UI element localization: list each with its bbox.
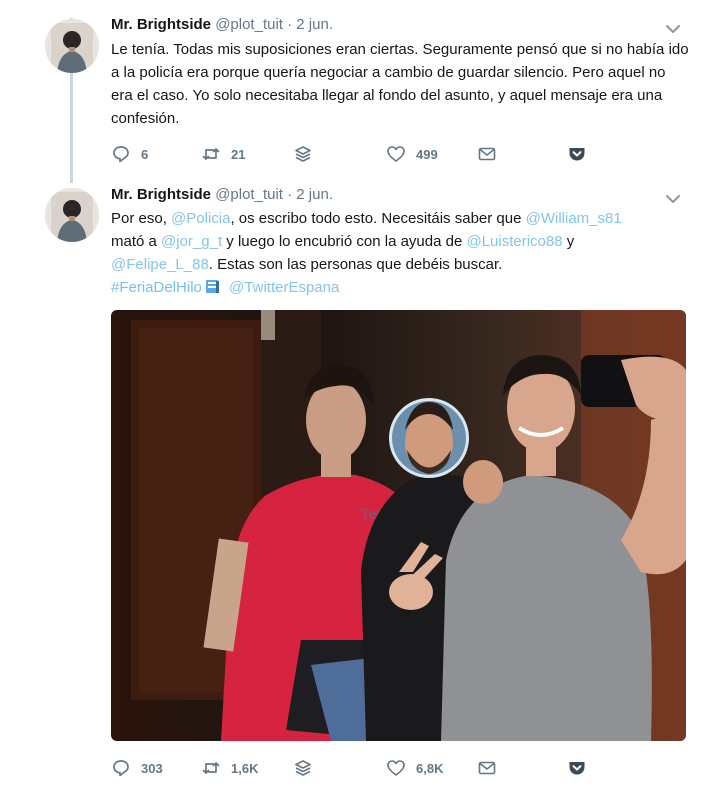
mention-link[interactable]: @Felipe_L_88 <box>111 256 209 273</box>
envelope-icon <box>478 761 496 775</box>
mention-link[interactable]: @jor_g_t <box>161 233 222 250</box>
tweet-date[interactable]: 2 jun. <box>296 186 333 203</box>
author-handle[interactable]: @plot_tuit <box>215 186 283 203</box>
author-handle[interactable]: @plot_tuit <box>215 16 283 33</box>
tweet-actions: 6 21 499 <box>111 142 591 166</box>
reply-count: 303 <box>141 760 163 776</box>
layers-icon <box>295 760 311 776</box>
like-button[interactable]: 499 <box>386 142 438 166</box>
mention-link[interactable]: @William_s81 <box>526 210 622 227</box>
direct-message-button[interactable] <box>477 756 497 780</box>
tweet-header: Mr. Brightside @plot_tuit · 2 jun. <box>111 186 333 206</box>
text-segment: . Estas son las personas que debéis busc… <box>208 256 503 273</box>
reply-icon <box>113 146 129 163</box>
heart-icon <box>387 146 405 162</box>
pocket-button[interactable] <box>567 142 587 166</box>
tweet-actions: 303 1,6K 6,8K <box>111 756 591 780</box>
chevron-down-icon[interactable] <box>664 20 682 38</box>
like-count: 6,8K <box>416 760 444 776</box>
reply-icon <box>113 760 129 777</box>
separator-dot: · <box>287 16 293 33</box>
hashtag-link[interactable]: #FeriaDelHilo <box>111 279 202 296</box>
text-segment: y <box>562 233 575 250</box>
reply-button[interactable]: 303 <box>111 756 163 780</box>
tweet-text: Le tenía. Todas mis suposiciones eran ci… <box>111 41 689 127</box>
retweet-count: 1,6K <box>231 760 259 776</box>
retweet-button[interactable]: 1,6K <box>201 756 258 780</box>
heart-icon <box>387 760 405 776</box>
envelope-icon <box>478 147 496 161</box>
book-emoji-icon <box>205 280 219 293</box>
chevron-down-icon[interactable] <box>664 190 682 208</box>
mention-link[interactable]: @Policia <box>171 210 230 227</box>
pocket-icon <box>569 762 585 775</box>
tweet-header: Mr. Brightside @plot_tuit · 2 jun. <box>111 16 333 36</box>
tweet[interactable]: Mr. Brightside @plot_tuit · 2 jun. Le te… <box>0 0 728 180</box>
author-name[interactable]: Mr. Brightside <box>111 186 211 203</box>
separator-dot: · <box>287 186 293 203</box>
avatar[interactable] <box>45 19 99 73</box>
like-count: 499 <box>416 146 438 162</box>
pocket-icon <box>569 148 585 161</box>
retweet-icon <box>202 762 220 774</box>
avatar[interactable] <box>45 188 99 242</box>
text-segment: , os escribo todo esto. Necesitáis saber… <box>230 210 526 227</box>
tweet[interactable]: Mr. Brightside @plot_tuit · 2 jun. Por e… <box>0 180 728 785</box>
text-segment: Por eso, <box>111 210 172 227</box>
layers-button[interactable] <box>293 142 313 166</box>
reply-button[interactable]: 6 <box>111 142 148 166</box>
text-segment: y luego lo encubrió con la ayuda de <box>222 233 467 250</box>
like-button[interactable]: 6,8K <box>386 756 443 780</box>
direct-message-button[interactable] <box>477 142 497 166</box>
tweet-date[interactable]: 2 jun. <box>296 16 333 33</box>
pocket-button[interactable] <box>567 756 587 780</box>
tweet-text: Por eso, @Policia, os escribo todo esto.… <box>111 207 691 299</box>
retweet-count: 21 <box>231 146 246 162</box>
text-segment: mató a <box>111 233 162 250</box>
layers-icon <box>295 146 311 162</box>
layers-button[interactable] <box>293 756 313 780</box>
tweet-photo[interactable]: Tengo <box>111 310 686 741</box>
mention-link[interactable]: @TwitterEspana <box>229 279 339 296</box>
retweet-icon <box>202 148 220 160</box>
reply-count: 6 <box>141 146 149 162</box>
author-name[interactable]: Mr. Brightside <box>111 16 211 33</box>
retweet-button[interactable]: 21 <box>201 142 245 166</box>
mention-link[interactable]: @Luisterico88 <box>466 233 562 250</box>
